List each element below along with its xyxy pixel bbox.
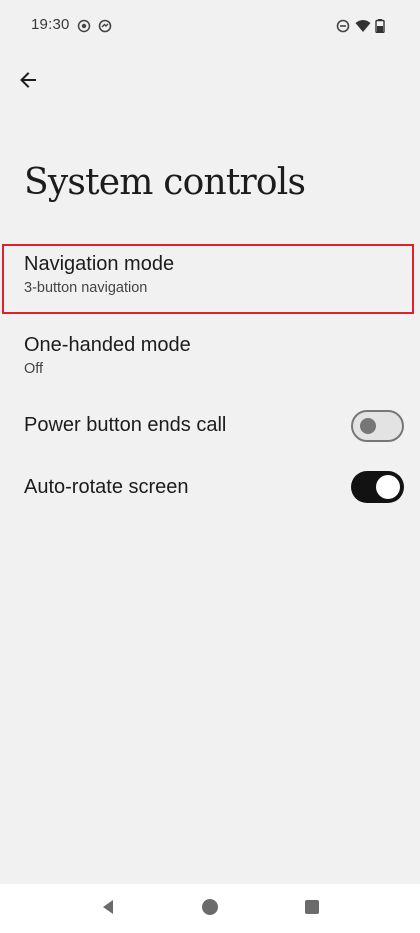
nav-recents-button[interactable]	[299, 896, 325, 922]
nav-back-button[interactable]	[95, 896, 121, 922]
sync-icon	[98, 19, 112, 33]
recents-square-icon	[304, 899, 320, 919]
nav-home-button[interactable]	[197, 896, 223, 922]
toggle-knob	[376, 475, 400, 499]
do-not-disturb-icon	[336, 19, 350, 33]
arrow-left-icon	[18, 70, 38, 94]
one-handed-mode-item[interactable]: One-handed mode Off	[0, 326, 420, 388]
location-target-icon	[77, 19, 91, 33]
wifi-icon	[355, 19, 371, 33]
auto-rotate-screen-toggle[interactable]	[351, 471, 404, 503]
highlight-box	[2, 244, 414, 314]
setting-title: Power button ends call	[24, 414, 227, 436]
page-title: System controls	[24, 162, 306, 203]
toggle-knob	[360, 418, 376, 434]
setting-summary: Off	[24, 361, 44, 377]
status-bar: 19:30	[0, 0, 420, 52]
back-button[interactable]	[8, 62, 48, 102]
power-button-ends-call-toggle[interactable]	[351, 410, 404, 442]
setting-title: Auto-rotate screen	[24, 476, 189, 498]
navigation-bar	[0, 884, 420, 933]
status-time: 19:30	[31, 16, 70, 33]
home-circle-icon	[201, 898, 219, 920]
battery-icon	[375, 19, 385, 33]
setting-title: One-handed mode	[24, 334, 191, 356]
back-triangle-icon	[99, 898, 117, 920]
